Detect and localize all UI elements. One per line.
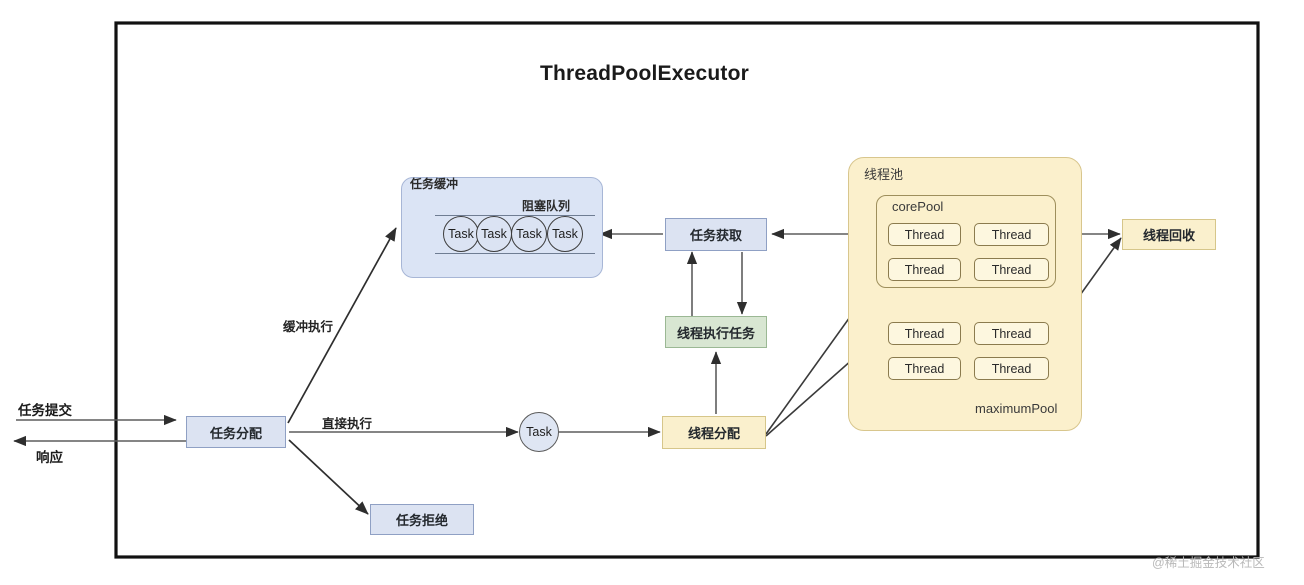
- extra-thread-3: Thread: [974, 357, 1049, 380]
- core-thread-3: Thread: [974, 258, 1049, 281]
- thread-label: Thread: [904, 326, 945, 341]
- node-label: 线程回收: [1142, 228, 1195, 243]
- thread-label: Thread: [991, 361, 1032, 376]
- thread-label: Thread: [991, 262, 1032, 277]
- queue-task-2: Task: [511, 216, 547, 252]
- diagram-title: ThreadPoolExecutor: [540, 62, 749, 85]
- diagram-canvas: ThreadPoolExecutor 任务提交 响应 任务缓冲 阻塞队列 Tas…: [0, 0, 1304, 585]
- core-thread-1: Thread: [974, 223, 1049, 246]
- queue-task-label: Task: [448, 227, 474, 241]
- node-task-fetch[interactable]: 任务获取: [665, 218, 767, 251]
- extra-thread-1: Thread: [974, 322, 1049, 345]
- node-thread-recycle[interactable]: 线程回收: [1122, 219, 1216, 250]
- thread-label: Thread: [904, 262, 945, 277]
- node-label: 线程分配: [687, 426, 740, 441]
- watermark: @稀土掘金技术社区: [1152, 556, 1265, 570]
- node-task-circle: Task: [519, 412, 559, 452]
- queue-task-label: Task: [516, 227, 542, 241]
- label-task-submit: 任务提交: [18, 403, 72, 418]
- thread-label: Thread: [991, 227, 1032, 242]
- thread-label: Thread: [904, 227, 945, 242]
- core-pool-label: corePool: [892, 199, 944, 214]
- queue-task-0: Task: [443, 216, 479, 252]
- label-response: 响应: [36, 450, 63, 465]
- label-direct-exec: 直接执行: [322, 417, 373, 431]
- connector-layer: [13, 21, 1260, 559]
- extra-thread-2: Thread: [888, 357, 961, 380]
- node-thread-dispatch[interactable]: 线程分配: [662, 416, 766, 449]
- node-label: 线程执行任务: [676, 325, 755, 341]
- core-thread-2: Thread: [888, 258, 961, 281]
- queue-task-3: Task: [547, 216, 583, 252]
- task-buffer-title: 任务缓冲: [410, 177, 459, 191]
- node-task-reject[interactable]: 任务拒绝: [370, 504, 474, 535]
- node-task-dispatch[interactable]: 任务分配: [186, 416, 286, 448]
- label-buffered-exec: 缓冲执行: [283, 320, 334, 334]
- queue-task-label: Task: [552, 227, 578, 241]
- thread-pool-title: 线程池: [864, 167, 904, 182]
- node-label: 任务拒绝: [395, 513, 448, 528]
- node-label: 任务分配: [209, 425, 262, 441]
- extra-thread-0: Thread: [888, 322, 961, 345]
- thread-label: Thread: [904, 361, 945, 376]
- node-thread-run-task[interactable]: 线程执行任务: [665, 316, 767, 348]
- maximum-pool-label: maximumPool: [975, 401, 1058, 416]
- thread-label: Thread: [991, 326, 1032, 341]
- outer-frame: [114, 21, 1260, 559]
- queue-task-label: Task: [481, 227, 507, 241]
- queue-task-1: Task: [476, 216, 512, 252]
- task-circle-label: Task: [526, 425, 552, 439]
- edge-task-reject: [288, 439, 369, 515]
- blocking-queue-title: 阻塞队列: [522, 199, 571, 213]
- node-label: 任务获取: [689, 228, 742, 243]
- core-thread-0: Thread: [888, 223, 961, 246]
- queue-bottom-line: [435, 253, 595, 254]
